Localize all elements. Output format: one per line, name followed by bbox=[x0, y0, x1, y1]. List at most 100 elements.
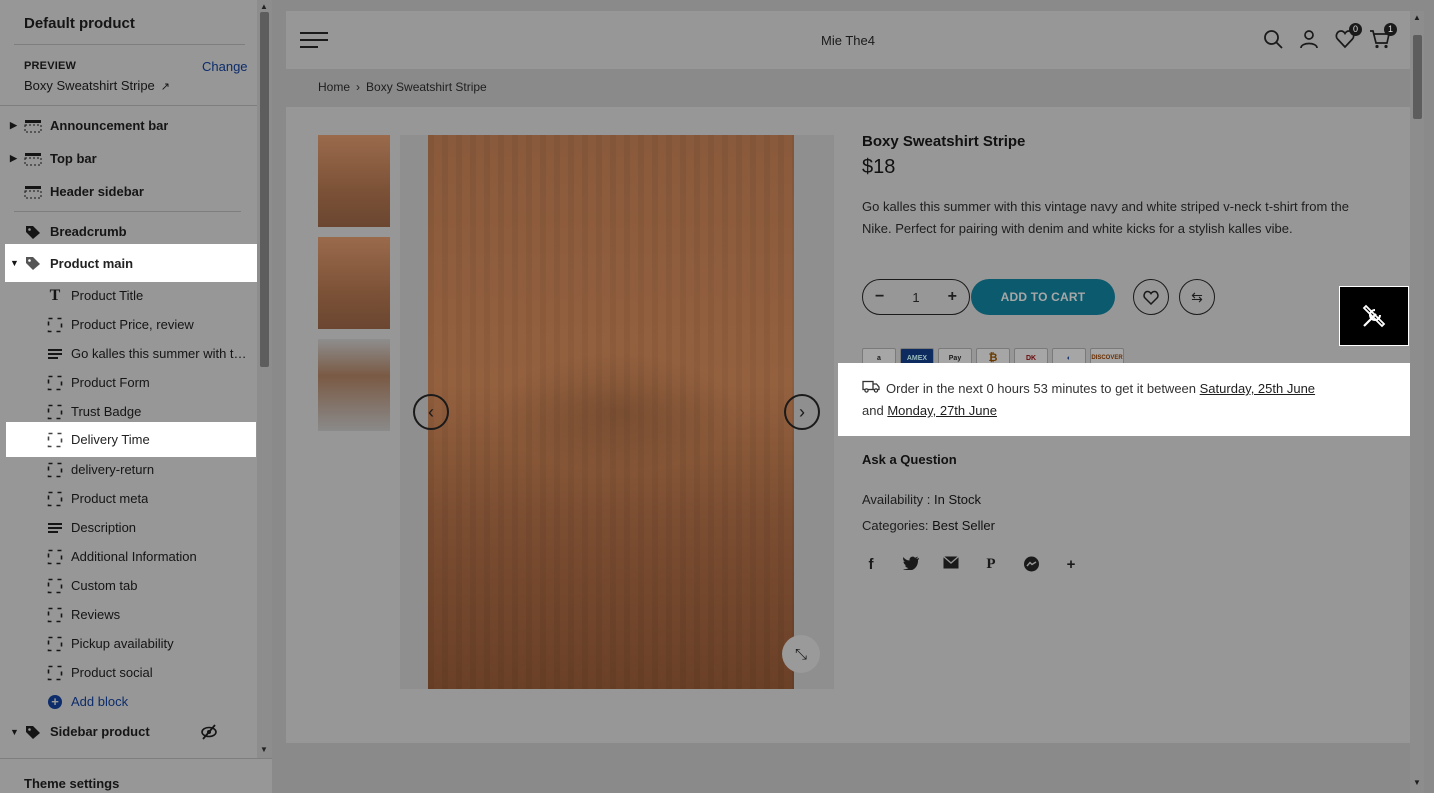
product-thumbnail[interactable] bbox=[318, 237, 390, 329]
scroll-up-icon[interactable]: ▲ bbox=[1413, 13, 1421, 22]
availability-line: Availability : In Stock bbox=[862, 492, 981, 507]
plus-icon[interactable]: + bbox=[948, 288, 957, 306]
product-main-image[interactable]: ‹ › ⤡ bbox=[400, 135, 834, 689]
eye-hidden-icon[interactable] bbox=[200, 723, 218, 741]
wishlist-button[interactable] bbox=[1133, 279, 1169, 315]
theme-editor-sidebar: Default product PREVIEW Change Boxy Swea… bbox=[0, 0, 272, 793]
account-icon[interactable] bbox=[1298, 28, 1320, 50]
minus-icon[interactable]: − bbox=[875, 288, 884, 306]
tag-icon bbox=[24, 254, 42, 272]
divider bbox=[14, 44, 245, 45]
scrollbar-thumb[interactable] bbox=[1413, 35, 1422, 119]
ask-question-link[interactable]: Ask a Question bbox=[862, 452, 957, 467]
block-product-social[interactable]: Product social bbox=[0, 658, 257, 687]
breadcrumb: Home › Boxy Sweatshirt Stripe bbox=[286, 69, 1410, 107]
sidebar-item-label: Go kalles this summer with th... bbox=[71, 346, 251, 361]
block-icon bbox=[46, 316, 64, 334]
block-reviews[interactable]: Reviews bbox=[0, 600, 257, 629]
preview-product-link[interactable]: Boxy Sweatshirt Stripe ↗ bbox=[24, 78, 170, 93]
block-custom-tab[interactable]: Custom tab bbox=[0, 571, 257, 600]
shuffle-icon: ⇆ bbox=[1191, 288, 1203, 305]
sidebar-item-label: Reviews bbox=[71, 607, 121, 622]
product-thumbnails bbox=[318, 135, 390, 441]
product-description: Go kalles this summer with this vintage … bbox=[862, 199, 1349, 236]
block-icon bbox=[46, 490, 64, 508]
theme-settings-button[interactable]: Theme settings bbox=[0, 758, 272, 793]
section-top-bar[interactable]: ▶ Top bar bbox=[0, 144, 257, 173]
block-delivery-return[interactable]: delivery-return bbox=[0, 455, 257, 484]
block-additional-information[interactable]: Additional Information bbox=[0, 542, 257, 571]
scroll-down-icon[interactable]: ▼ bbox=[1413, 778, 1421, 787]
sidebar-scrollbar[interactable]: ▲ ▼ bbox=[257, 0, 272, 758]
pinterest-icon[interactable]: P bbox=[982, 556, 1000, 577]
block-icon bbox=[46, 664, 64, 682]
text-icon: T bbox=[49, 286, 61, 304]
block-product-price-review[interactable]: Product Price, review bbox=[0, 310, 257, 339]
add-to-cart-button[interactable]: ADD TO CART bbox=[971, 279, 1115, 315]
block-pickup-availability[interactable]: Pickup availability bbox=[0, 629, 257, 658]
section-product-main[interactable]: ▼ Product main bbox=[5, 244, 257, 282]
sidebar-item-label: Product Title bbox=[71, 288, 144, 303]
wishlist-icon[interactable]: 0 bbox=[1334, 23, 1362, 50]
delivery-time-block[interactable]: Order in the next 0 hours 53 minutes to … bbox=[838, 363, 1410, 436]
quantity-value[interactable]: 1 bbox=[912, 290, 919, 305]
scrollbar-thumb[interactable] bbox=[260, 12, 269, 367]
sidebar-item-label: Announcement bar bbox=[50, 118, 169, 133]
theme-tools-button[interactable] bbox=[1339, 286, 1409, 346]
block-product-form[interactable]: Product Form bbox=[0, 368, 257, 397]
expand-caret-icon[interactable]: ▶ bbox=[10, 120, 20, 131]
delivery-time-text: Order in the next 0 hours 53 minutes to … bbox=[862, 378, 1382, 422]
breadcrumb-home-link[interactable]: Home bbox=[318, 80, 350, 94]
product-thumbnail[interactable] bbox=[318, 135, 390, 227]
sidebar-item-label: Top bar bbox=[50, 151, 97, 166]
section-sidebar-product[interactable]: ▼ Sidebar product bbox=[0, 717, 257, 746]
more-share-icon[interactable]: + bbox=[1062, 556, 1080, 577]
category-link[interactable]: Best Seller bbox=[932, 518, 995, 533]
chevron-left-icon: ‹ bbox=[428, 401, 434, 422]
compare-button[interactable]: ⇆ bbox=[1179, 279, 1215, 315]
twitter-icon[interactable] bbox=[902, 556, 920, 577]
prev-image-button[interactable]: ‹ bbox=[413, 394, 449, 430]
section-header-sidebar[interactable]: Header sidebar bbox=[0, 177, 257, 206]
cart-icon[interactable]: 1 bbox=[1369, 23, 1397, 50]
template-title: Default product bbox=[24, 15, 135, 32]
store-logo-text[interactable]: Mie The4 bbox=[286, 33, 1410, 48]
social-share: f P + bbox=[862, 556, 1080, 577]
product-thumbnail[interactable] bbox=[318, 339, 390, 431]
collapse-caret-icon[interactable]: ▼ bbox=[10, 258, 20, 268]
expand-caret-icon[interactable]: ▶ bbox=[10, 153, 20, 164]
scroll-up-icon[interactable]: ▲ bbox=[260, 2, 268, 11]
sidebar-item-label: delivery-return bbox=[71, 462, 155, 477]
messenger-icon[interactable] bbox=[1022, 556, 1040, 577]
divider bbox=[14, 211, 241, 212]
next-image-button[interactable]: › bbox=[784, 394, 820, 430]
sidebar-item-label: Breadcrumb bbox=[50, 224, 127, 239]
preview-label: PREVIEW bbox=[24, 60, 77, 72]
sidebar-item-label: Header sidebar bbox=[50, 184, 144, 199]
delivery-prefix: Order in the next 0 hours 53 minutes to … bbox=[886, 381, 1197, 396]
collapse-caret-icon[interactable]: ▼ bbox=[10, 727, 20, 737]
block-description[interactable]: Description bbox=[0, 513, 257, 542]
sidebar-item-label: Sidebar product bbox=[50, 724, 150, 739]
block-product-meta[interactable]: Product meta bbox=[0, 484, 257, 513]
section-breadcrumb[interactable]: Breadcrumb bbox=[0, 217, 257, 246]
section-icon bbox=[24, 183, 42, 201]
breadcrumb-current: Boxy Sweatshirt Stripe bbox=[366, 80, 487, 94]
zoom-button[interactable]: ⤡ bbox=[782, 635, 820, 673]
email-icon[interactable] bbox=[942, 556, 960, 577]
block-product-title[interactable]: T Product Title bbox=[0, 281, 257, 310]
expand-icon: ⤡ bbox=[794, 645, 807, 663]
scroll-down-icon[interactable]: ▼ bbox=[260, 745, 268, 754]
section-announcement-bar[interactable]: ▶ Announcement bar bbox=[0, 111, 257, 140]
change-preview-link[interactable]: Change bbox=[202, 59, 248, 74]
search-icon[interactable] bbox=[1262, 28, 1284, 50]
preview-scrollbar[interactable]: ▲ ▼ bbox=[1410, 11, 1424, 793]
block-description-text[interactable]: Go kalles this summer with th... bbox=[0, 339, 257, 368]
facebook-icon[interactable]: f bbox=[862, 556, 880, 577]
delivery-date-start: Saturday, 25th June bbox=[1199, 381, 1316, 396]
sidebar-item-label: Trust Badge bbox=[71, 404, 142, 419]
sidebar-item-label: Product Price, review bbox=[71, 317, 194, 332]
add-block-button[interactable]: + Add block bbox=[0, 687, 257, 716]
block-icon bbox=[46, 461, 64, 479]
block-delivery-time[interactable]: Delivery Time bbox=[6, 422, 256, 457]
